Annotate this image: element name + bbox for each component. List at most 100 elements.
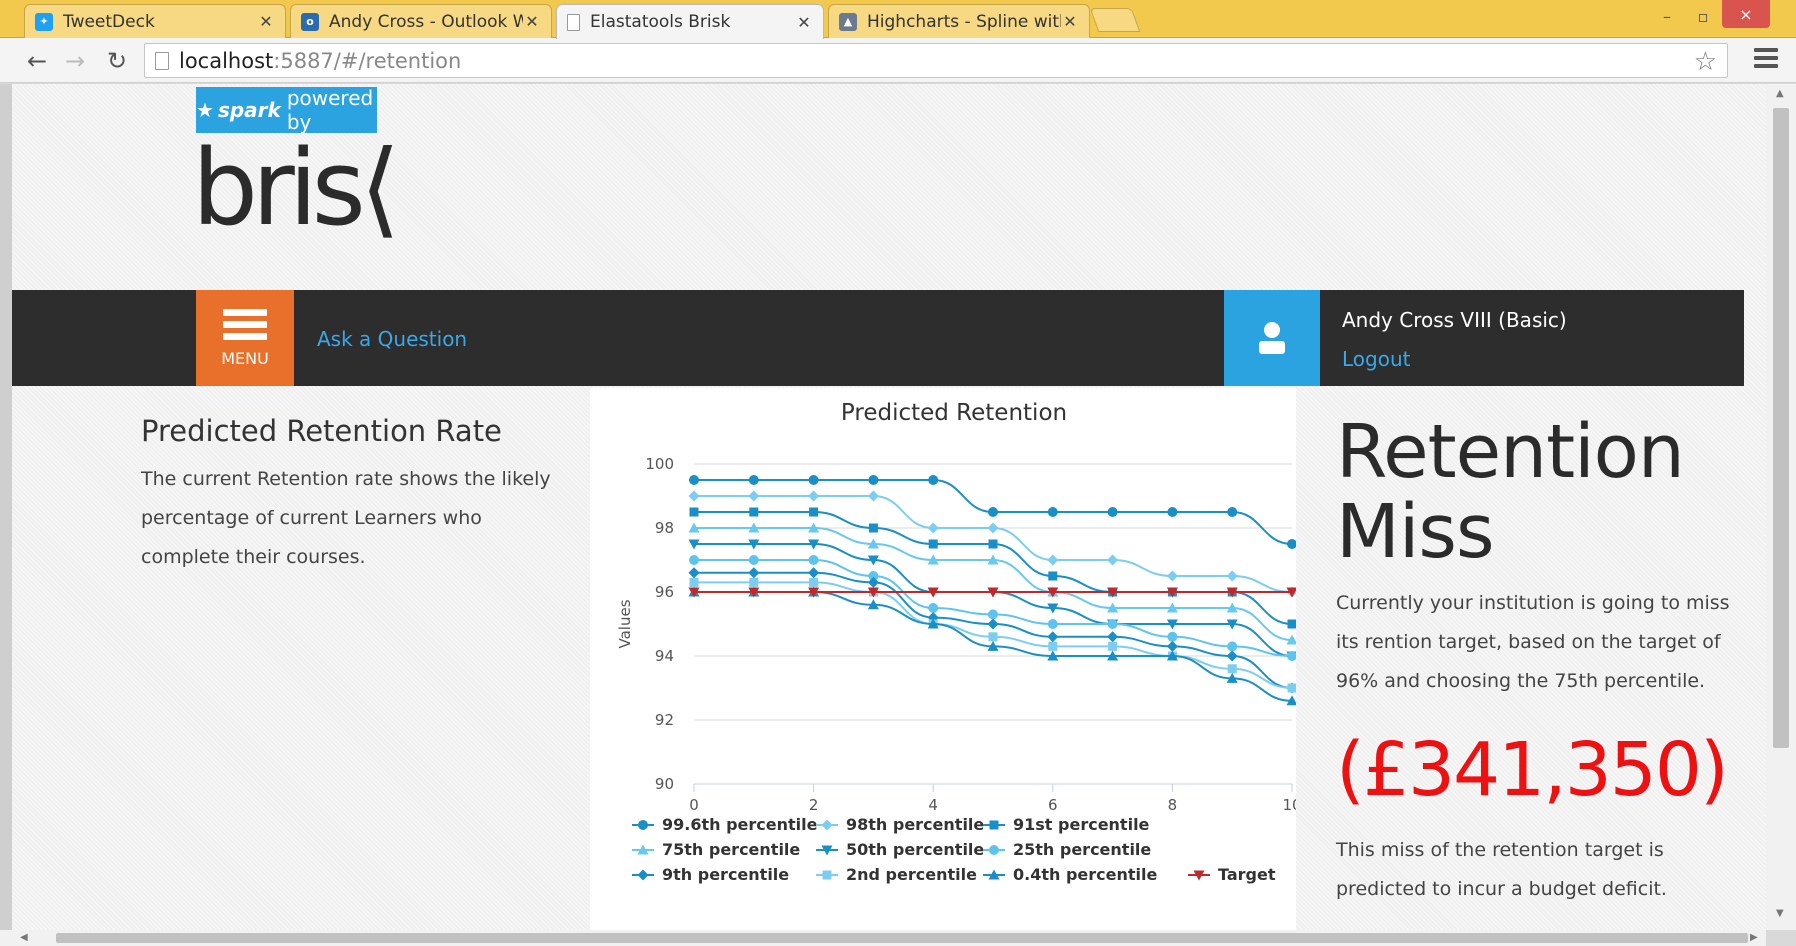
vertical-scrollbar[interactable]: ▲ ▼ [1766, 84, 1796, 930]
legend-swatch-marker [989, 820, 999, 830]
data-point [688, 567, 700, 579]
page-icon [567, 13, 580, 31]
ask-a-question-link[interactable]: Ask a Question [317, 327, 467, 351]
menu-button[interactable]: MENU [196, 290, 294, 386]
close-window-button[interactable]: × [1722, 0, 1770, 28]
address-bar[interactable]: localhost :5887/#/retention ☆ [144, 43, 1728, 78]
data-point [749, 507, 759, 517]
url-host: localhost [179, 48, 274, 73]
page-icon [155, 51, 169, 70]
legend-item: 9th percentile [662, 865, 789, 884]
x-tick-label: 2 [809, 796, 819, 814]
chart-title: Predicted Retention [841, 400, 1067, 426]
legend-swatch-marker [989, 845, 999, 855]
close-icon[interactable]: ✕ [1061, 12, 1079, 31]
brisk-logo[interactable]: bris⟨ [192, 136, 400, 240]
forward-arrow-icon[interactable]: → [60, 46, 90, 76]
outlook-icon: o [301, 12, 319, 31]
deficit-amount: (£341,350) [1336, 727, 1729, 813]
data-point [748, 555, 759, 565]
data-point [1107, 554, 1119, 566]
data-point [1108, 641, 1118, 651]
data-point [808, 555, 819, 565]
horizontal-scrollbar[interactable]: ◀ ▶ [0, 930, 1766, 946]
data-point [809, 507, 819, 517]
retention-miss-section: Retention Miss Currently your institutio… [1336, 412, 1756, 909]
data-point [1166, 640, 1178, 652]
title-line-2: Miss [1336, 489, 1495, 575]
scroll-down-icon[interactable]: ▼ [1776, 908, 1784, 919]
tab-title: Andy Cross - Outlook Wel [329, 11, 523, 32]
legend-item: 0.4th percentile [1013, 865, 1157, 884]
y-tick-label: 94 [655, 647, 674, 665]
twitter-icon: ✦ [35, 12, 53, 31]
data-point [1048, 571, 1058, 581]
data-point [1047, 554, 1059, 566]
data-point [928, 603, 939, 613]
data-point [808, 490, 820, 502]
restore-button[interactable]: ▫ [1688, 4, 1718, 28]
y-axis-label: Values [616, 599, 634, 648]
y-tick-label: 98 [655, 519, 674, 537]
legend-item: 50th percentile [846, 840, 984, 859]
tab-elastatools-brisk[interactable]: Elastatools Brisk ✕ [556, 4, 824, 39]
x-tick-label: 8 [1168, 796, 1178, 814]
data-point [689, 507, 699, 517]
data-point [1227, 664, 1237, 674]
data-point [749, 577, 759, 587]
data-point [809, 577, 819, 587]
chrome-menu-icon[interactable] [1754, 48, 1778, 72]
new-tab-button[interactable] [1089, 8, 1141, 32]
close-icon[interactable]: ✕ [523, 12, 541, 31]
data-point [689, 577, 699, 587]
horizontal-scroll-thumb[interactable] [56, 933, 1748, 943]
close-icon[interactable]: ✕ [795, 13, 813, 32]
top-navbar: MENU Ask a Question Andy Cross VIII (Bas… [12, 290, 1744, 386]
x-tick-label: 6 [1048, 796, 1058, 814]
spark-name: spark [217, 98, 281, 122]
scroll-up-icon[interactable]: ▲ [1776, 88, 1784, 99]
scroll-left-icon[interactable]: ◀ [20, 932, 28, 943]
legend-item: 75th percentile [662, 840, 800, 859]
legend-swatch-marker [822, 870, 832, 880]
user-avatar-button[interactable] [1224, 290, 1320, 386]
data-point [987, 522, 999, 534]
legend-item: 98th percentile [846, 815, 984, 834]
x-tick-label: 4 [928, 796, 938, 814]
data-point [1167, 507, 1178, 517]
scroll-right-icon[interactable]: ▶ [1750, 932, 1758, 943]
legend-item: 25th percentile [1013, 840, 1151, 859]
tab-title: TweetDeck [63, 11, 155, 32]
bookmark-star-icon[interactable]: ☆ [1694, 47, 1717, 77]
data-point [1047, 631, 1059, 643]
tab-outlook[interactable]: o Andy Cross - Outlook Wel ✕ [290, 4, 552, 38]
x-tick-label: 10 [1282, 796, 1296, 814]
data-point [988, 539, 998, 549]
tab-highcharts[interactable]: ▲ Highcharts - Spline with p ✕ [828, 4, 1090, 38]
reload-icon[interactable]: ↻ [102, 46, 132, 76]
tab-title: Elastatools Brisk [590, 12, 731, 32]
retention-rate-section: Predicted Retention Rate The current Ret… [141, 414, 571, 577]
back-arrow-icon[interactable]: ← [22, 46, 52, 76]
data-point [1107, 507, 1118, 517]
close-icon[interactable]: ✕ [257, 12, 275, 31]
url-path: :5887/#/retention [273, 48, 462, 73]
legend-item: 91st percentile [1013, 815, 1150, 834]
data-point [748, 490, 760, 502]
y-tick-label: 100 [645, 455, 674, 473]
data-point [1167, 631, 1178, 642]
title-line-1: Retention [1336, 409, 1685, 495]
data-point [808, 567, 820, 579]
data-point [928, 475, 939, 485]
star-icon: ★ [196, 98, 214, 122]
data-point [748, 567, 760, 579]
section-description: The current Retention rate shows the lik… [141, 468, 551, 568]
data-point [1107, 631, 1119, 643]
tab-tweetdeck[interactable]: ✦ TweetDeck ✕ [24, 4, 286, 38]
logout-link[interactable]: Logout [1342, 347, 1410, 371]
minimize-button[interactable]: – [1652, 4, 1682, 28]
vertical-scroll-thumb[interactable] [1773, 108, 1789, 748]
data-point [1107, 619, 1118, 629]
browser-toolbar: ← → ↻ localhost :5887/#/retention ☆ [0, 38, 1796, 83]
miss-description: Currently your institution is going to m… [1336, 592, 1730, 692]
